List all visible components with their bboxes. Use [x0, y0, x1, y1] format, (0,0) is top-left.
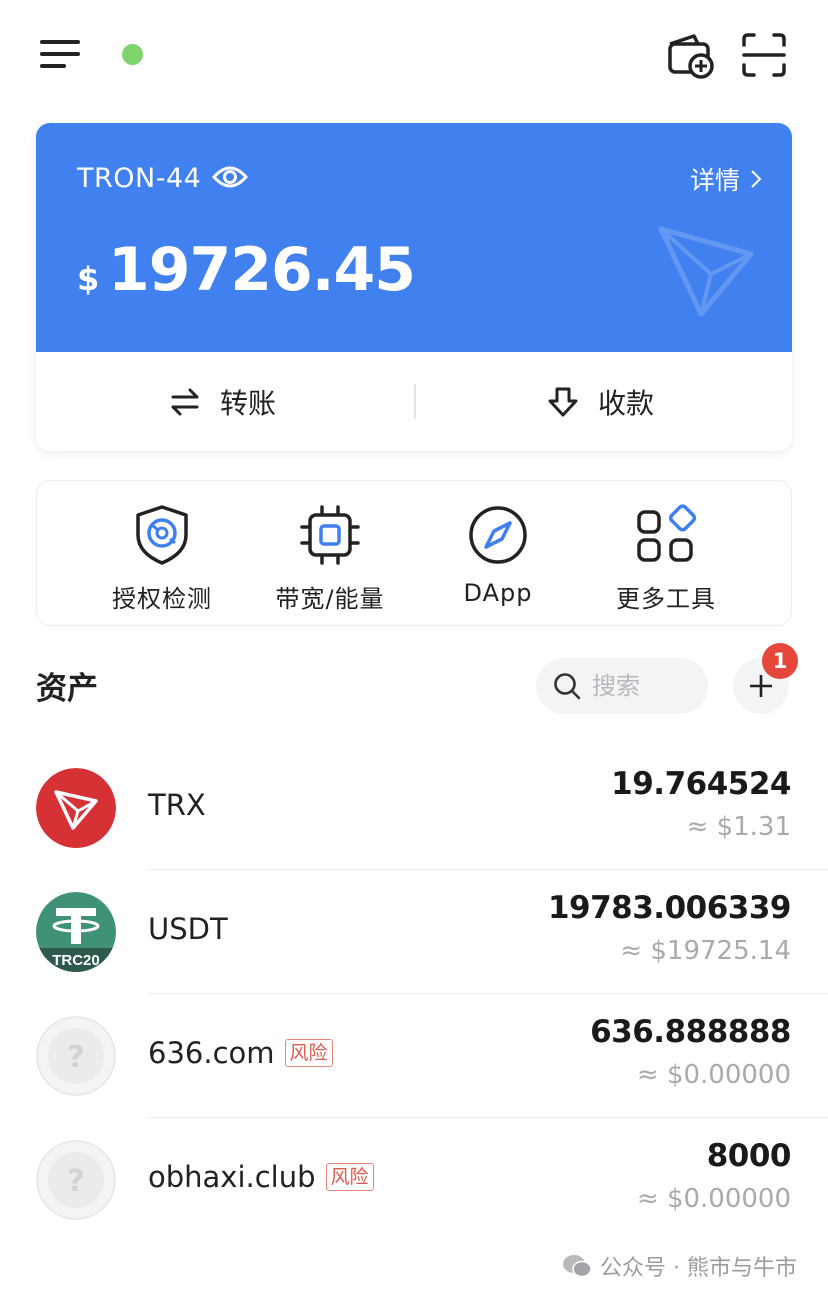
asset-amount: 8000 [706, 1138, 792, 1174]
asset-amount: 19783.006339 [547, 890, 792, 926]
details-label: 详情 [689, 166, 740, 195]
usdt-logo-label: TRC20 [52, 952, 100, 969]
tool-dapp[interactable]: DApp [413, 481, 583, 627]
asset-amount: 636.888888 [590, 1014, 791, 1050]
risk-tag: 风险 [284, 1039, 333, 1067]
actions-divider [414, 384, 416, 419]
usdt-logo-icon: TRC20 [36, 892, 116, 972]
grid-icon [637, 504, 697, 562]
asset-name: TRX [148, 788, 206, 822]
wechat-icon [563, 1255, 592, 1278]
plus-icon [750, 675, 772, 697]
assets-title: 资产 [36, 671, 98, 707]
currency-sign: $ [77, 260, 100, 298]
asset-value: ≈ $1.31 [686, 812, 791, 842]
details-link[interactable]: 详情 [690, 161, 762, 197]
search-input[interactable] [592, 658, 702, 714]
asset-row-636-com[interactable]: ? 636.com 风险 636.888888 ≈ $0.00000 [0, 994, 828, 1118]
receive-icon [548, 387, 578, 416]
asset-value: ≈ $0.00000 [636, 1060, 791, 1090]
tool-label: 授权检测 [112, 585, 212, 613]
tron-logo-icon [658, 226, 754, 317]
chip-icon [300, 505, 360, 565]
watermark-text: 公众号 · 熊市与牛市 [600, 1256, 797, 1281]
asset-amount: 19.764524 [611, 766, 791, 802]
asset-name: obhaxi.club 风险 [148, 1160, 374, 1194]
tool-bandwidth-energy[interactable]: 带宽/能量 [245, 481, 415, 627]
transfer-label: 转账 [220, 386, 277, 420]
tool-label: DApp [463, 579, 533, 607]
asset-row-usdt[interactable]: TRC20 USDT 19783.006339 ≈ $19725.14 [0, 870, 828, 994]
transfer-button[interactable]: 转账 [170, 352, 276, 451]
asset-name: USDT [148, 912, 228, 946]
receive-label: 收款 [598, 386, 655, 420]
asset-name: 636.com 风险 [148, 1036, 333, 1070]
tool-more-tools[interactable]: 更多工具 [581, 481, 751, 627]
compass-icon [469, 506, 527, 564]
unknown-token-icon: ? [36, 1016, 116, 1096]
asset-row-trx[interactable]: TRX 19.764524 ≈ $1.31 [0, 746, 828, 870]
transfer-icon [171, 388, 199, 415]
receive-button[interactable]: 收款 [548, 352, 654, 451]
wallet-name: TRON-44 [77, 163, 202, 194]
asset-value: ≈ $19725.14 [620, 936, 791, 966]
asset-search[interactable] [536, 658, 708, 714]
trx-logo-icon [36, 768, 116, 848]
card-actions: 转账 收款 [36, 352, 792, 451]
asset-row-obhaxi-club[interactable]: ? obhaxi.club 风险 8000 ≈ $0.00000 [0, 1118, 828, 1242]
hamburger-menu-icon[interactable] [40, 36, 82, 72]
balance-card: TRON-44 详情 $ 19726.45 转账 收款 [36, 123, 792, 451]
total-balance: 19726.45 [108, 235, 416, 305]
balance-card-header: TRON-44 详情 $ 19726.45 [36, 123, 792, 352]
top-bar [0, 0, 828, 110]
tool-label: 带宽/能量 [275, 585, 385, 613]
connection-status-dot [122, 44, 143, 65]
chevron-right-icon [751, 170, 762, 188]
scan-icon[interactable] [740, 31, 788, 79]
tools-panel: 授权检测 带宽/能量 DApp 更多工具 [36, 480, 792, 626]
svg-text:?: ? [67, 1164, 84, 1199]
asset-value: ≈ $0.00000 [636, 1184, 791, 1214]
risk-tag: 风险 [325, 1163, 374, 1191]
unknown-token-icon: ? [36, 1140, 116, 1220]
search-icon [554, 673, 581, 700]
tool-label: 更多工具 [616, 585, 716, 613]
shield-check-icon [136, 505, 188, 565]
tool-auth-check[interactable]: 授权检测 [77, 481, 247, 627]
notification-badge: 1 [762, 643, 798, 679]
svg-text:?: ? [67, 1040, 84, 1075]
wallet-add-icon[interactable] [664, 30, 716, 80]
eye-icon[interactable] [211, 161, 249, 193]
source-watermark: 公众号 · 熊市与牛市 [562, 1250, 797, 1282]
